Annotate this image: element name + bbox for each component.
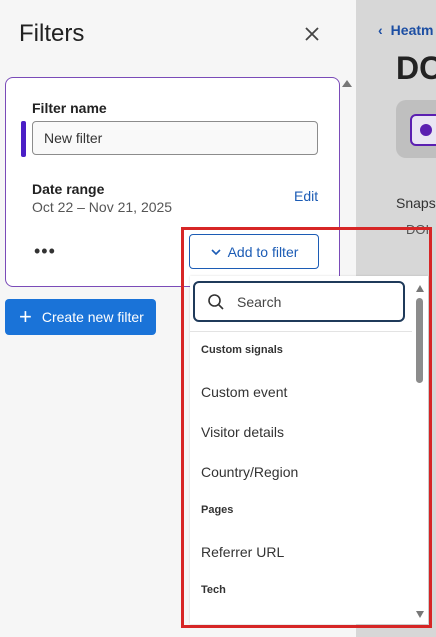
dropdown-list: Custom signals Custom event Visitor deta… bbox=[190, 331, 412, 612]
page-heading: DC bbox=[396, 50, 436, 86]
option-country-region[interactable]: Country/Region bbox=[190, 452, 412, 492]
create-new-filter-label: Create new filter bbox=[41, 309, 144, 325]
filter-name-input[interactable] bbox=[32, 121, 318, 155]
breadcrumb[interactable]: ‹ Heatm bbox=[378, 22, 433, 38]
panel-scroll-up-icon[interactable] bbox=[342, 80, 352, 87]
search-input[interactable] bbox=[235, 292, 389, 311]
dropdown-scrollbar[interactable] bbox=[415, 281, 425, 619]
scroll-up-icon[interactable] bbox=[416, 285, 424, 292]
close-icon[interactable] bbox=[300, 22, 324, 46]
group-tech: Tech bbox=[201, 584, 226, 596]
panel-title: Filters bbox=[19, 20, 85, 47]
filter-name-label: Filter name bbox=[32, 100, 107, 116]
option-visitor-details[interactable]: Visitor details bbox=[190, 412, 412, 452]
option-referrer-url[interactable]: Referrer URL bbox=[190, 532, 412, 572]
group-custom-signals: Custom signals bbox=[201, 344, 283, 356]
more-options-icon[interactable]: ••• bbox=[34, 241, 56, 262]
scroll-down-icon[interactable] bbox=[416, 611, 424, 618]
snapshot-label: Snaps bbox=[396, 195, 436, 211]
add-to-filter-dropdown: Custom signals Custom event Visitor deta… bbox=[190, 276, 428, 624]
search-icon bbox=[208, 293, 224, 310]
plus-icon: + bbox=[19, 304, 32, 329]
filter-accent-bar bbox=[21, 121, 26, 157]
date-range-value: Oct 22 – Nov 21, 2025 bbox=[32, 199, 173, 215]
option-custom-event[interactable]: Custom event bbox=[190, 372, 412, 412]
create-new-filter-button[interactable]: + Create new filter bbox=[5, 299, 156, 335]
scrollbar-thumb[interactable] bbox=[416, 298, 423, 383]
breadcrumb-label: Heatm bbox=[390, 22, 434, 38]
dropdown-search[interactable] bbox=[193, 281, 405, 322]
record-icon bbox=[410, 114, 436, 146]
chevron-left-icon: ‹ bbox=[378, 22, 383, 38]
group-pages: Pages bbox=[201, 504, 234, 516]
edit-date-link[interactable]: Edit bbox=[294, 188, 318, 204]
record-icon-tile bbox=[396, 100, 436, 158]
date-range-label: Date range bbox=[32, 181, 105, 197]
